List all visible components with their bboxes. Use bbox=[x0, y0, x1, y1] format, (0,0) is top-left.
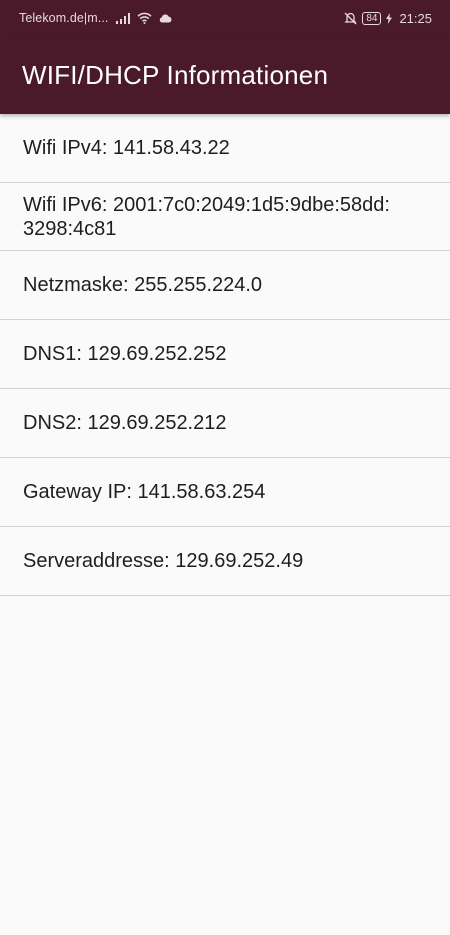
status-left: Telekom.de|m... bbox=[19, 11, 172, 25]
app-bar: WIFI/DHCP Informationen bbox=[0, 36, 450, 114]
battery-level: 84 bbox=[362, 11, 382, 25]
status-right: 84 21:25 bbox=[344, 11, 432, 26]
info-item-label: DNS2: 129.69.252.212 bbox=[23, 412, 227, 434]
wifi-icon bbox=[136, 12, 152, 24]
signal-bars-icon bbox=[115, 12, 130, 24]
info-item-label: Serveraddresse: 129.69.252.49 bbox=[23, 550, 304, 572]
info-item-label: Gateway IP: 141.58.63.254 bbox=[23, 481, 266, 503]
info-item-ipv6[interactable]: Wifi IPv6: 2001:7c0:2049:1d5:9dbe:58dd: … bbox=[0, 183, 450, 251]
battery-icon: 84 bbox=[362, 11, 382, 25]
carrier-label: Telekom.de|m... bbox=[19, 11, 109, 25]
info-item-label: Wifi IPv4: 141.58.43.22 bbox=[23, 137, 230, 159]
info-item-label: Wifi IPv6: 2001:7c0:2049:1d5:9dbe:58dd: … bbox=[23, 193, 390, 240]
info-item-server[interactable]: Serveraddresse: 129.69.252.49 bbox=[0, 527, 450, 596]
info-item-ipv4[interactable]: Wifi IPv4: 141.58.43.22 bbox=[0, 114, 450, 183]
cloud-icon bbox=[159, 14, 172, 23]
info-item-label: DNS1: 129.69.252.252 bbox=[23, 343, 227, 365]
clock: 21:25 bbox=[399, 10, 432, 26]
charging-icon bbox=[386, 12, 393, 24]
info-item-label: Netzmaske: 255.255.224.0 bbox=[23, 274, 263, 296]
info-item-dns1[interactable]: DNS1: 129.69.252.252 bbox=[0, 320, 450, 389]
info-list: Wifi IPv4: 141.58.43.22 Wifi IPv6: 2001:… bbox=[0, 114, 450, 596]
info-item-dns2[interactable]: DNS2: 129.69.252.212 bbox=[0, 389, 450, 458]
info-item-gateway[interactable]: Gateway IP: 141.58.63.254 bbox=[0, 458, 450, 527]
page-title: WIFI/DHCP Informationen bbox=[22, 59, 329, 90]
status-bar: Telekom.de|m... 84 21:25 bbox=[0, 0, 450, 36]
mute-icon bbox=[344, 12, 357, 25]
info-item-netmask[interactable]: Netzmaske: 255.255.224.0 bbox=[0, 251, 450, 320]
